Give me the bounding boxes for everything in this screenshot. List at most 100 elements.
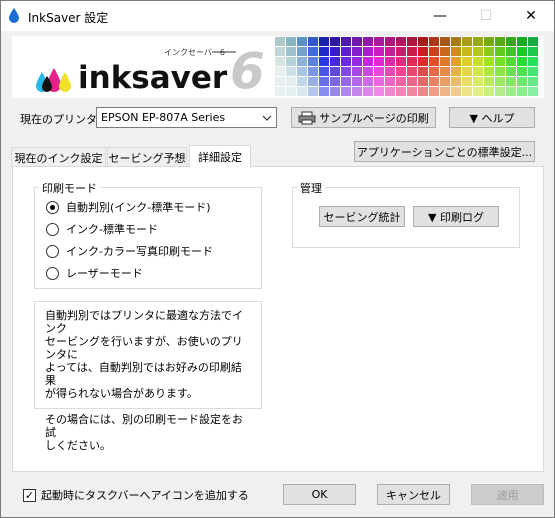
radio-laser-mode[interactable]: レーザーモード [46, 265, 143, 281]
radio-ink-standard[interactable]: インク-標準モード [46, 221, 158, 237]
color-swatch [440, 47, 450, 56]
print-sample-page-button[interactable]: サンプルページの印刷 [291, 107, 436, 128]
color-swatch [286, 77, 296, 86]
color-swatch [330, 67, 340, 76]
savings-stats-button[interactable]: セービング統計 [319, 206, 405, 227]
color-swatch [407, 47, 417, 56]
color-swatch [363, 77, 373, 86]
color-swatch [418, 77, 428, 86]
printer-label: 現在のプリンタ [20, 113, 97, 126]
color-swatch [473, 57, 483, 66]
color-swatch [506, 57, 516, 66]
color-swatch [352, 37, 362, 46]
color-swatch [319, 47, 329, 56]
cancel-button[interactable]: キャンセル [377, 484, 450, 505]
ink-drop-icon [9, 8, 19, 23]
color-swatch [330, 87, 340, 96]
color-swatch [396, 37, 406, 46]
color-swatch [341, 77, 351, 86]
app-default-settings-button[interactable]: アプリケーションごとの標準設定... [354, 141, 535, 162]
color-swatch [473, 37, 483, 46]
color-swatch [385, 37, 395, 46]
color-swatch [429, 37, 439, 46]
color-swatch [473, 47, 483, 56]
color-swatch [451, 77, 461, 86]
version-number: 6 [230, 42, 265, 98]
tab-savings-forecast[interactable]: セービング予想 [107, 147, 187, 167]
close-button[interactable]: ✕ [508, 1, 554, 31]
color-swatch [341, 37, 351, 46]
color-swatch [352, 67, 362, 76]
tab-current-ink-settings[interactable]: 現在のインク設定 [11, 147, 106, 167]
help-button[interactable]: ▼ ヘルプ [449, 107, 535, 128]
color-swatch [407, 67, 417, 76]
color-swatch [341, 47, 351, 56]
color-swatch [275, 47, 285, 56]
color-swatch [418, 37, 428, 46]
color-swatch [286, 37, 296, 46]
color-swatch [473, 67, 483, 76]
print-log-button[interactable]: ▼ 印刷ログ [413, 206, 499, 227]
title-bar: InkSaver 設定 — ☐ ✕ [1, 1, 554, 31]
color-swatch [363, 47, 373, 56]
color-swatch [308, 37, 318, 46]
color-swatch [396, 57, 406, 66]
color-swatch [451, 87, 461, 96]
color-swatch [418, 87, 428, 96]
radio-ink-standard-indicator [46, 222, 59, 236]
chevron-down-icon [262, 115, 272, 121]
minimize-button[interactable]: — [417, 1, 463, 31]
color-swatch [429, 47, 439, 56]
color-swatch [275, 87, 285, 96]
color-swatch [407, 37, 417, 46]
taskbar-icon-checkbox[interactable]: ✓ 起動時にタスクバーへアイコンを追加する [23, 487, 249, 503]
color-swatch [484, 57, 494, 66]
color-swatch [462, 87, 472, 96]
ok-button[interactable]: OK [283, 484, 356, 505]
color-swatch [319, 87, 329, 96]
color-swatch [418, 57, 428, 66]
apply-button: 適用 [471, 484, 544, 505]
color-swatch [319, 57, 329, 66]
color-swatch [484, 37, 494, 46]
color-swatch [374, 87, 384, 96]
color-swatch [286, 57, 296, 66]
radio-ink-color-photo[interactable]: インク-カラー写真印刷モード [46, 243, 213, 259]
color-swatch [308, 77, 318, 86]
color-swatch [429, 67, 439, 76]
color-swatch-grid [275, 37, 538, 96]
color-swatch [462, 67, 472, 76]
color-swatch [473, 77, 483, 86]
color-swatch [396, 67, 406, 76]
printer-select[interactable]: EPSON EP-807A Series [96, 107, 277, 128]
color-swatch [506, 77, 516, 86]
printer-select-value: EPSON EP-807A Series [101, 111, 226, 124]
color-swatch [407, 77, 417, 86]
radio-laser-mode-indicator [46, 266, 59, 280]
color-swatch [385, 47, 395, 56]
color-swatch [374, 67, 384, 76]
color-swatch [319, 77, 329, 86]
settings-window: InkSaver 設定 — ☐ ✕ 6 inksaver インクセーバー6 現在… [0, 0, 555, 518]
color-swatch [385, 77, 395, 86]
color-swatch [506, 37, 516, 46]
printer-icon [298, 111, 316, 124]
color-swatch [440, 77, 450, 86]
radio-auto-detect[interactable]: 自動判別(インク-標準モード) [46, 199, 211, 215]
color-swatch [352, 87, 362, 96]
color-swatch [396, 87, 406, 96]
color-swatch [495, 67, 505, 76]
radio-ink-color-photo-indicator [46, 244, 59, 258]
color-swatch [451, 37, 461, 46]
color-swatch [462, 77, 472, 86]
color-swatch [275, 37, 285, 46]
color-swatch [462, 57, 472, 66]
tab-advanced-settings[interactable]: 詳細設定 [189, 145, 251, 168]
color-swatch [429, 87, 439, 96]
brand-name: inksaver [78, 60, 228, 96]
inksaver-logo: 6 inksaver インクセーバー6 [36, 42, 265, 98]
color-swatch [484, 67, 494, 76]
color-swatch [517, 47, 527, 56]
color-swatch [374, 77, 384, 86]
color-swatch [440, 57, 450, 66]
